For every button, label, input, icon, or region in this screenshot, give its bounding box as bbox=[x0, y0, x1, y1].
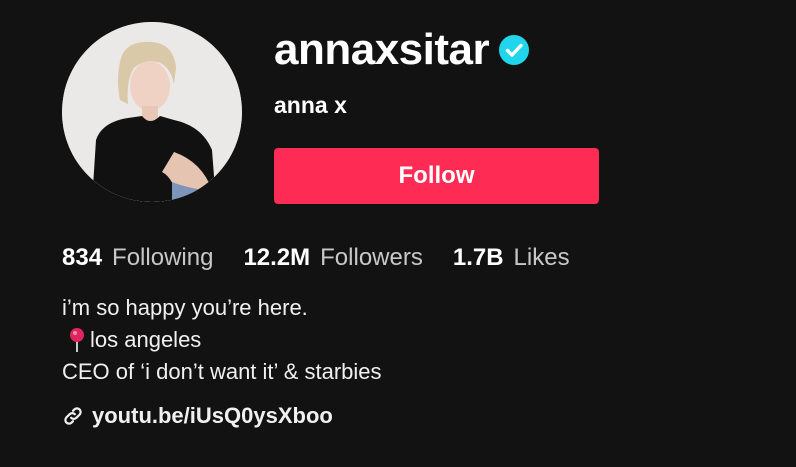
profile-link[interactable]: youtu.be/iUsQ0ysXboo bbox=[62, 400, 333, 432]
link-text[interactable]: youtu.be/iUsQ0ysXboo bbox=[92, 400, 333, 432]
location-text: los angeles bbox=[90, 327, 202, 352]
link-icon bbox=[64, 407, 82, 425]
pin-icon bbox=[70, 328, 84, 352]
avatar[interactable] bbox=[62, 22, 242, 202]
verified-badge-icon bbox=[499, 35, 530, 65]
stat-followers[interactable]: 12.2M Followers bbox=[243, 240, 422, 276]
stat-following[interactable]: 834 Following bbox=[62, 240, 213, 276]
username-row: annaxsitar bbox=[274, 24, 530, 76]
bio: i’m so happy you’re here. los angeles CE… bbox=[62, 292, 382, 388]
stat-likes: 1.7B Likes bbox=[453, 240, 570, 276]
stat-label: Likes bbox=[513, 244, 570, 271]
bio-line: i’m so happy you’re here. bbox=[62, 295, 308, 320]
stat-label: Followers bbox=[320, 244, 423, 271]
stat-value: 1.7B bbox=[452, 244, 504, 271]
bio-location: los angeles bbox=[62, 324, 382, 356]
username: annaxsitar bbox=[274, 25, 490, 74]
bio-line: CEO of ‘i don’t want it’ & starbies bbox=[62, 359, 382, 384]
stat-label: Following bbox=[112, 244, 214, 271]
profile-stats: 834 Following 12.2M Followers 1.7B Likes bbox=[62, 240, 570, 276]
avatar-image bbox=[62, 22, 242, 202]
stat-value: 12.2M bbox=[243, 244, 311, 271]
display-name: anna x bbox=[274, 92, 347, 118]
follow-button[interactable]: Follow bbox=[274, 148, 599, 204]
stat-value: 834 bbox=[62, 244, 103, 271]
